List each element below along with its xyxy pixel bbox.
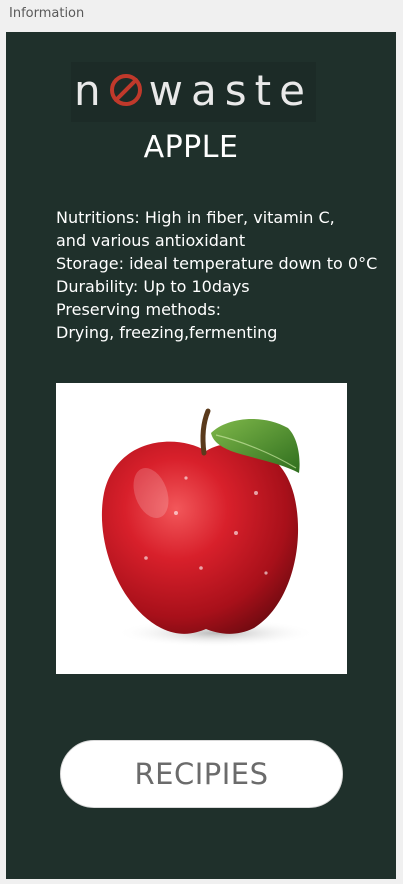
product-title: APPLE [143,130,239,165]
info-panel: n waste APPLE Nutritions: High in fiber, … [6,32,396,879]
product-info: Nutritions: High in fiber, vitamin C, an… [56,206,391,344]
info-line: Durability: Up to 10days [56,277,250,296]
apple-photo-icon [101,408,316,647]
nowaste-logo: n waste [71,62,316,122]
info-line: Drying, freezing,fermenting [56,323,278,342]
info-line: and various antioxidant [56,231,246,250]
no-sign-icon [109,73,143,107]
info-line: Nutritions: High in fiber, vitamin C, [56,208,335,227]
info-line: Preserving methods: [56,300,222,319]
app-window: Information n waste APPLE Nutritions: Hig… [0,0,403,884]
apple-image [56,383,347,674]
title-bar: Information [0,0,403,28]
info-line: Storage: ideal temperature down to 0°C [56,254,378,273]
window-title: Information [9,6,85,21]
recipes-button[interactable]: RECIPIES [60,740,343,808]
logo-wordmark: n waste [71,66,316,116]
logo-prefix: n [74,66,109,115]
logo-suffix: waste [148,66,313,115]
